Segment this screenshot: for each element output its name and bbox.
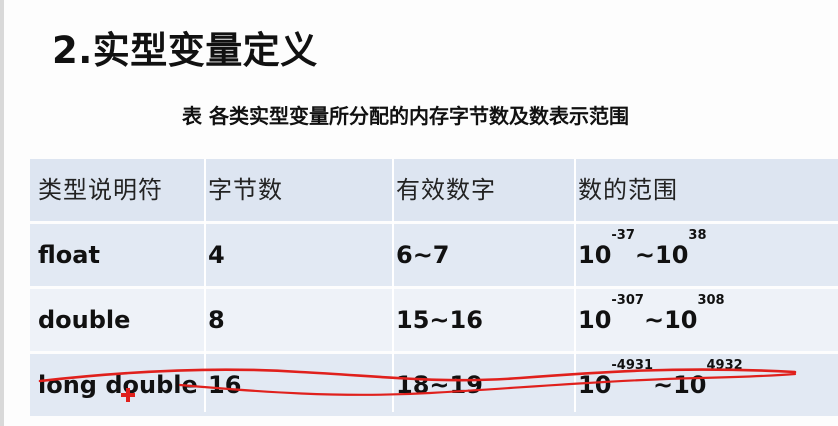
- row-bytes: 4: [208, 241, 225, 269]
- row-type: long double: [38, 371, 198, 399]
- header-type-specifier: 类型说明符: [38, 176, 163, 204]
- slide-heading: 2.实型变量定义: [52, 29, 318, 72]
- header-value-range: 数的范围: [578, 176, 678, 204]
- table-header-row: 类型说明符 字节数 有效数字 数的范围: [30, 159, 838, 221]
- row-digits: 15~16: [396, 306, 483, 334]
- row-range: 10-37~1038: [578, 228, 707, 269]
- row-digits: 6~7: [396, 241, 450, 269]
- row-bytes: 8: [208, 306, 225, 334]
- table-row: long double 16 18~19 10-4931~104932: [30, 354, 838, 416]
- table-caption: 表 各类实型变量所分配的内存字节数及数表示范围: [182, 104, 629, 128]
- column-divider: [574, 159, 576, 412]
- row-range: 10-307~10308: [578, 293, 725, 334]
- row-type: float: [38, 241, 100, 269]
- row-type: double: [38, 306, 131, 334]
- column-divider: [392, 159, 394, 412]
- row-range: 10-4931~104932: [578, 358, 743, 399]
- float-types-table: 类型说明符 字节数 有效数字 数的范围 float 4 6~7 10-37~10…: [30, 159, 838, 419]
- slide-edge-divider: [0, 0, 4, 426]
- row-digits: 18~19: [396, 371, 483, 399]
- header-significant-digits: 有效数字: [396, 176, 496, 204]
- header-bytes: 字节数: [208, 176, 283, 204]
- table-row: float 4 6~7 10-37~1038: [30, 224, 838, 286]
- column-divider: [204, 159, 206, 412]
- slide: 2.实型变量定义 表 各类实型变量所分配的内存字节数及数表示范围 类型说明符 字…: [0, 0, 838, 426]
- row-bytes: 16: [208, 371, 242, 399]
- table-row: double 8 15~16 10-307~10308: [30, 289, 838, 351]
